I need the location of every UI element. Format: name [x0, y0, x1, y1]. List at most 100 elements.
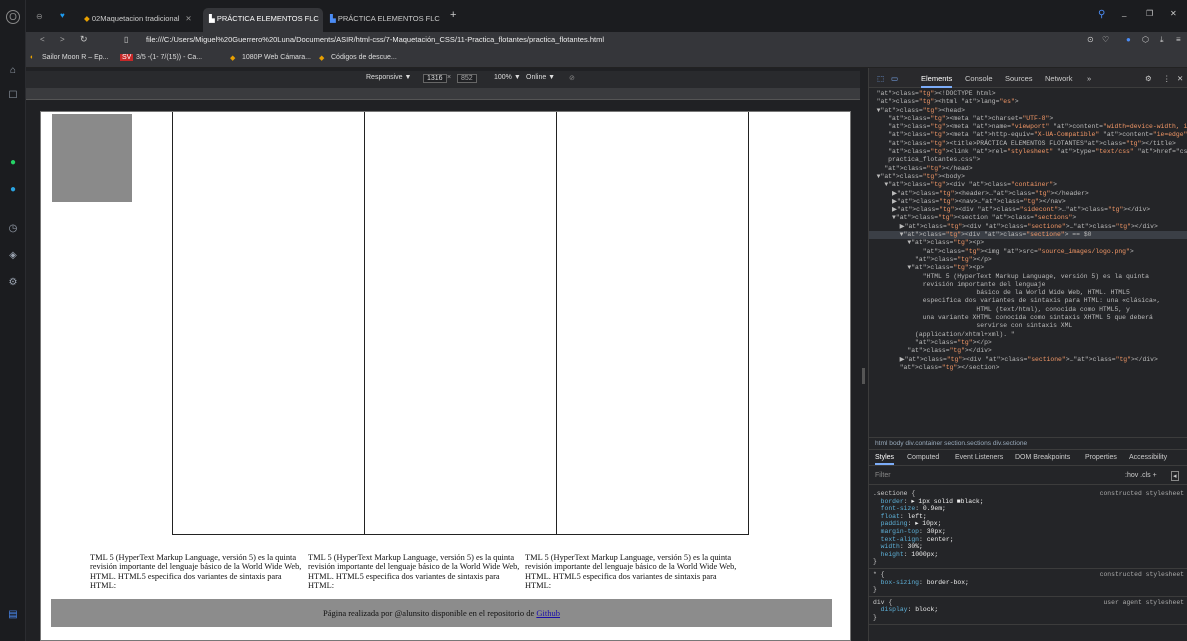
history-icon[interactable]: ◷	[6, 222, 20, 236]
stylesheet-source[interactable]: user agent stylesheet	[1103, 599, 1184, 607]
tab-practica[interactable]: ▙ PRÁCTICA ELEMENTOS FLC✕	[324, 8, 442, 32]
css-rule[interactable]: * {constructed stylesheet box-sizing: bo…	[869, 569, 1187, 597]
dom-node-line[interactable]: ▶"at">class="tg"><div "at">class="sideco…	[869, 206, 1187, 214]
dom-node-line[interactable]: "at">class="tg"><meta "at">charset="UTF-…	[869, 115, 1187, 123]
dom-node-line[interactable]: ▼"at">class="tg"><p>	[869, 239, 1187, 247]
back-icon[interactable]: <	[40, 35, 45, 44]
minimize-button[interactable]: _	[1122, 8, 1126, 17]
heart-icon[interactable]: ♡	[1102, 35, 1109, 44]
css-property[interactable]: border: ▸ 1px solid ■black;	[869, 498, 1187, 506]
reload-icon[interactable]: ↻	[80, 34, 88, 45]
css-property[interactable]: margin-top: 30px;	[869, 528, 1187, 536]
telegram-icon[interactable]: ●	[6, 183, 20, 197]
forward-icon[interactable]: >	[60, 35, 65, 44]
tab-elements[interactable]: Elements	[921, 74, 953, 88]
bookmark-item[interactable]: Códigos de descue...	[331, 54, 397, 61]
new-rule-icon[interactable]: ◂	[1171, 471, 1179, 481]
dom-node-line[interactable]: ▶"at">class="tg"><div "at">class="sectio…	[869, 356, 1187, 364]
css-property[interactable]: box-sizing: border-box;	[869, 579, 1187, 587]
tab-dom-breakpoints[interactable]: DOM Breakpoints	[1015, 454, 1070, 461]
download-icon[interactable]: ⤓	[1160, 35, 1164, 45]
styles-pane[interactable]: .sectione {constructed stylesheet border…	[869, 488, 1187, 641]
messenger-icon[interactable]: ☐	[6, 89, 20, 103]
css-property[interactable]: float: left;	[869, 513, 1187, 521]
tab-event-listeners[interactable]: Event Listeners	[955, 454, 1003, 461]
dom-node-line[interactable]: ▼"at">class="tg"><body>	[869, 173, 1187, 181]
panel-splitter[interactable]	[860, 68, 868, 641]
stylesheet-source[interactable]: constructed stylesheet	[1100, 490, 1184, 498]
zoom-select[interactable]: 100% ▼	[494, 74, 521, 81]
github-link[interactable]: Github	[536, 608, 560, 618]
bookmark-item[interactable]: 3/5 -(1- 7/(15)) - Ca...	[136, 54, 202, 61]
dom-node-line[interactable]: servirse con sintaxis XML	[869, 322, 1187, 330]
url-field[interactable]: file:///C:/Users/Miguel%20Guerrero%20Lun…	[146, 35, 604, 44]
tab-computed[interactable]: Computed	[907, 454, 939, 461]
device-mode-select[interactable]: Responsive ▼	[366, 74, 411, 81]
bookmark-item[interactable]: Sailor Moon R – Ep...	[42, 54, 109, 61]
tab-accessibility[interactable]: Accessibility	[1129, 454, 1167, 461]
height-input[interactable]: 852	[457, 74, 477, 83]
css-property[interactable]: text-align: center;	[869, 536, 1187, 544]
more-tabs-icon[interactable]: »	[1087, 74, 1091, 83]
css-property[interactable]: width: 30%;	[869, 543, 1187, 551]
css-property[interactable]: display: block;	[869, 606, 1187, 614]
dom-node-line[interactable]: "HTML 5 (HyperText Markup Language, vers…	[869, 273, 1187, 281]
sidebar-toggle-icon[interactable]: ▤	[6, 608, 20, 622]
opera-logo-icon[interactable]: O	[6, 10, 20, 24]
dom-node-line[interactable]: "at">class="tg"></head>	[869, 165, 1187, 173]
dom-node-line[interactable]: ▼"at">class="tg"><div "at">class="sectio…	[869, 231, 1187, 240]
tab-styles[interactable]: Styles	[875, 454, 895, 465]
stylesheet-source[interactable]: constructed stylesheet	[1100, 571, 1184, 579]
settings-icon[interactable]: ⚙	[1145, 74, 1152, 83]
tab-properties[interactable]: Properties	[1085, 454, 1117, 461]
device-icon[interactable]: ▭	[891, 74, 898, 83]
width-input[interactable]: 1316	[423, 74, 447, 83]
camera-icon[interactable]: ⊙	[1087, 35, 1094, 44]
tab-maquetacion[interactable]: ◆ 02Maquetacion tradicional ✕	[78, 8, 203, 32]
box-icon[interactable]: ◈	[6, 249, 20, 263]
dom-node-line[interactable]: ▶"at">class="tg"><nav>…"at">class="tg"><…	[869, 198, 1187, 206]
dom-node-line[interactable]: "at">class="tg"><meta "at">name="viewpor…	[869, 123, 1187, 131]
dom-node-line[interactable]: (application/xhtml+xml). "	[869, 331, 1187, 339]
dom-node-line[interactable]: "at">class="tg"></section>	[869, 364, 1187, 372]
tab-sources[interactable]: Sources	[1005, 74, 1033, 83]
dom-node-line[interactable]: una variante XHTML conocida como sintaxi…	[869, 314, 1187, 322]
more-options-icon[interactable]: ⋮	[1163, 74, 1171, 83]
dom-node-line[interactable]: ▶"at">class="tg"><header>…"at">class="tg…	[869, 190, 1187, 198]
close-devtools-icon[interactable]: ✕	[1177, 74, 1183, 83]
css-rule[interactable]: div {user agent stylesheet display: bloc…	[869, 597, 1187, 625]
css-rule[interactable]: .sectione {constructed stylesheet border…	[869, 488, 1187, 569]
rotate-icon[interactable]: ⊘	[569, 74, 575, 82]
settings-icon[interactable]: ⚙	[6, 276, 20, 290]
dom-tree[interactable]: "at">class="tg"><!DOCTYPE html> "at">cla…	[869, 90, 1187, 435]
maximize-button[interactable]: ❐	[1146, 9, 1153, 18]
bookmark-item[interactable]: 1080P Web Cámara...	[242, 54, 311, 61]
dom-node-line[interactable]: "at">class="tg"><link "at">rel="styleshe…	[869, 148, 1187, 156]
dom-node-line[interactable]: "at">class="tg"><meta "at">http-equiv="X…	[869, 131, 1187, 139]
dom-node-line[interactable]: "at">class="tg"></div>	[869, 347, 1187, 355]
tab-practica-active[interactable]: ▙ PRÁCTICA ELEMENTOS FLC✕	[203, 8, 323, 32]
close-window-button[interactable]: ✕	[1170, 9, 1177, 18]
media-query-ruler[interactable]	[26, 88, 868, 100]
dom-node-line[interactable]: revisión importante del lenguaje	[869, 281, 1187, 289]
extension-icon[interactable]: ●	[1126, 35, 1131, 44]
dom-node-line[interactable]: ▼"at">class="tg"><head>	[869, 107, 1187, 115]
dom-node-line[interactable]: básico de la World Wide Web, HTML. HTML5	[869, 289, 1187, 297]
tab-console[interactable]: Console	[965, 74, 993, 83]
dom-node-line[interactable]: "at">class="tg"></p>	[869, 256, 1187, 264]
dom-node-line[interactable]: especifica dos variantes de sintaxis par…	[869, 297, 1187, 305]
menu-icon[interactable]: ≡	[1176, 35, 1181, 44]
filter-input[interactable]: Filter	[875, 472, 891, 479]
dom-node-line[interactable]: "at">class="tg"><!DOCTYPE html>	[869, 90, 1187, 98]
twitter-icon[interactable]: ♥	[60, 11, 65, 20]
filter-tools[interactable]: :hov .cls +	[1125, 472, 1157, 479]
dom-node-line[interactable]: ▼"at">class="tg"><p>	[869, 264, 1187, 272]
tab-network[interactable]: Network	[1045, 74, 1073, 83]
dom-node-line[interactable]: "at">class="tg"><img "at">src="source_im…	[869, 248, 1187, 256]
breadcrumb[interactable]: html body div.container section.sections…	[869, 437, 1187, 449]
search-tabs-icon[interactable]: ⚲	[1098, 9, 1105, 20]
dom-node-line[interactable]: "at">class="tg"></p>	[869, 339, 1187, 347]
new-tab-button[interactable]: +	[450, 9, 456, 21]
network-select[interactable]: Online ▼	[526, 74, 555, 81]
dom-node-line[interactable]: "at">class="tg"><title>PRÁCTICA ELEMENTO…	[869, 140, 1187, 148]
